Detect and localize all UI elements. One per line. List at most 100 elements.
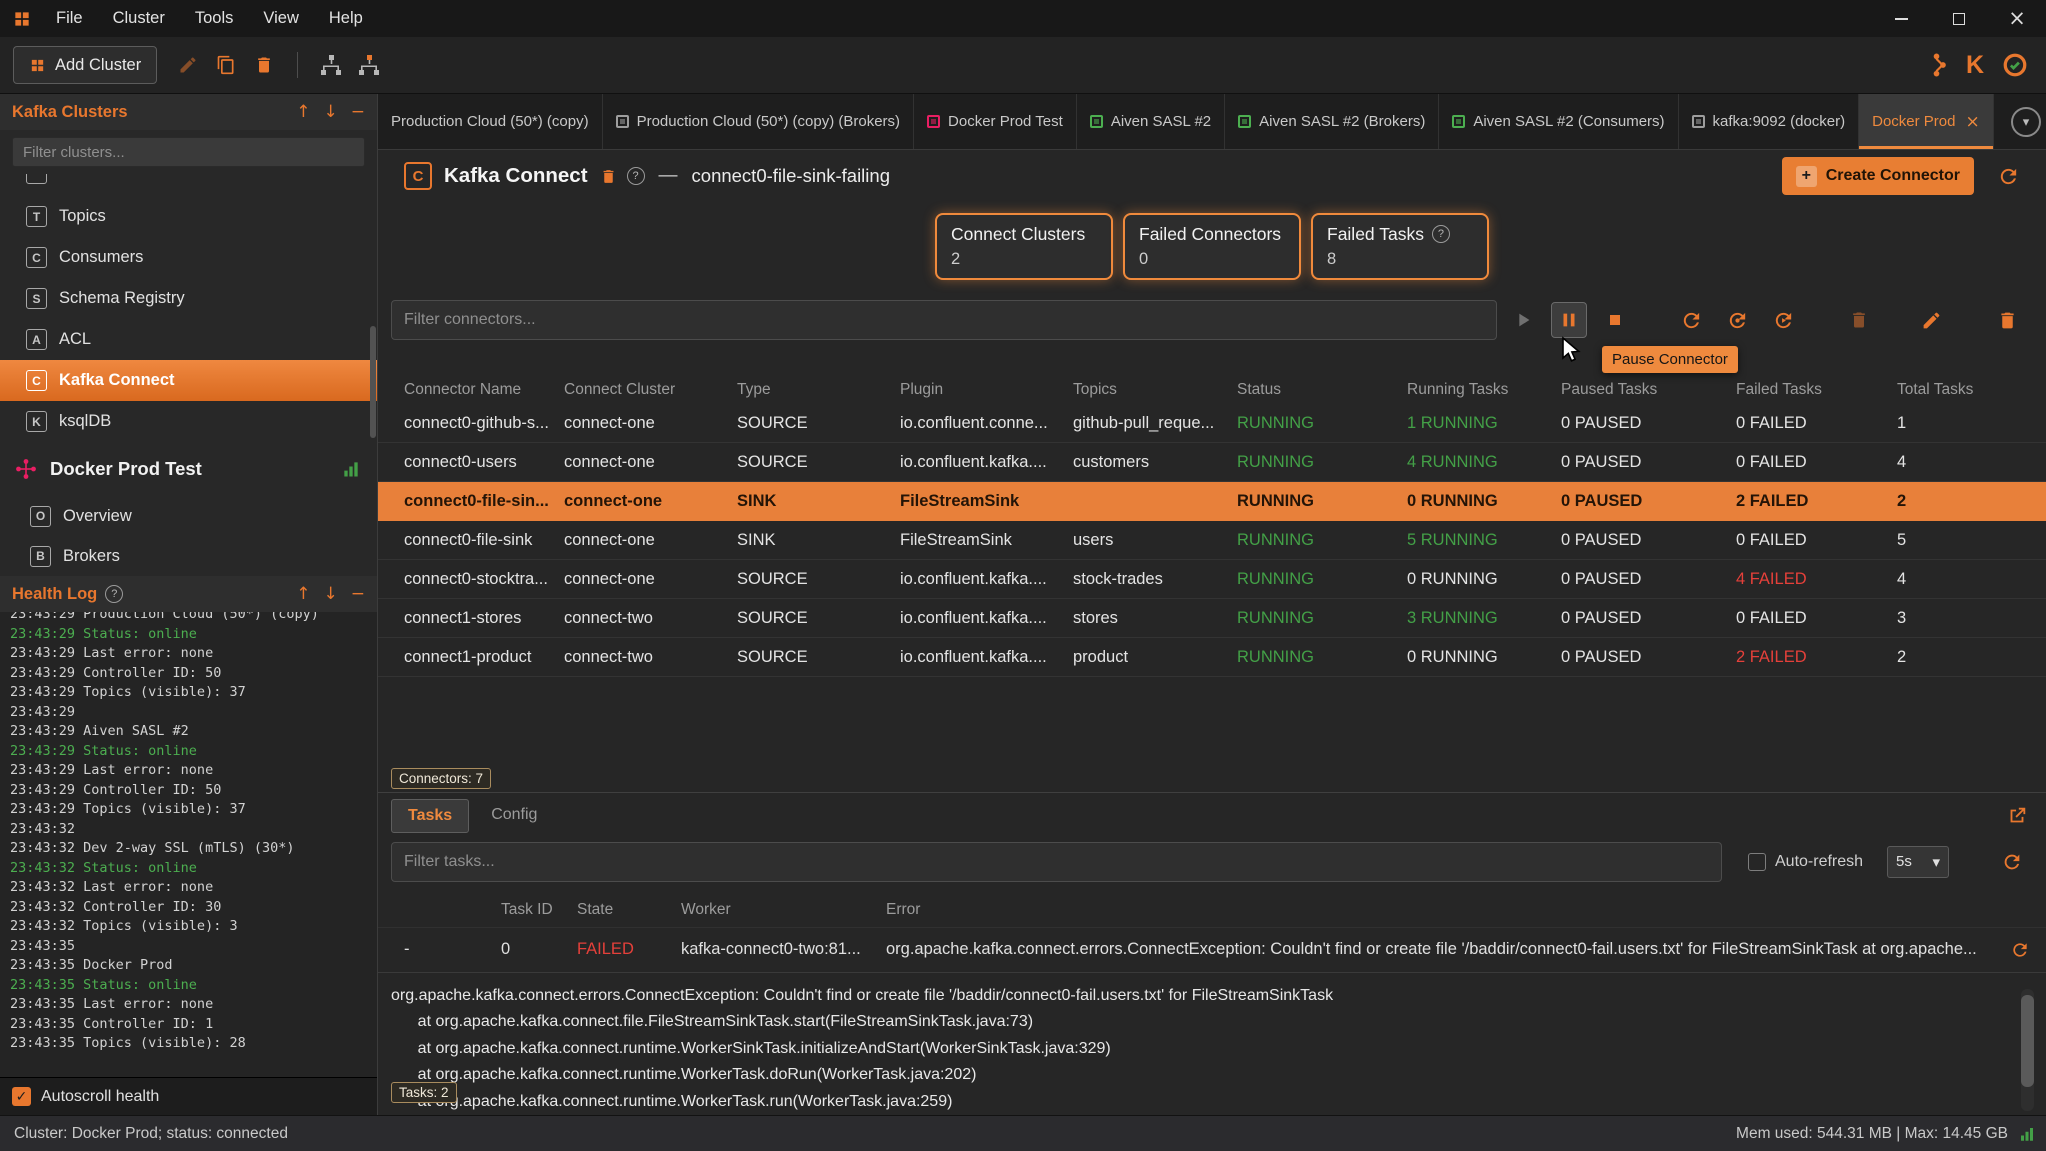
scroll-up-icon[interactable]: ↑ [296,102,310,122]
cell-status: RUNNING [1237,414,1407,433]
cell-status: RUNNING [1237,492,1407,511]
tab-overflow-icon[interactable]: ▾ [2011,107,2041,137]
cluster-tab[interactable]: Docker Prod × [1859,94,1994,149]
connectors-table-body: connect0-github-s... connect-one SOURCE … [378,404,2046,677]
sidebar-item[interactable]: K ksqlDB [0,401,377,442]
restart-all-tasks-icon[interactable] [1719,302,1755,338]
menu-item[interactable]: File [42,5,97,32]
restart-task-icon[interactable] [2010,940,2030,960]
restart-connector-icon[interactable] [1673,302,1709,338]
connection-health-icon[interactable] [2002,52,2028,78]
cluster-tab[interactable]: Docker Prod Test [914,94,1077,149]
tasks-filter-row: Auto-refresh 5s ▾ [378,839,2046,885]
maximize-button[interactable] [1930,0,1988,37]
connector-row[interactable]: connect0-users connect-one SOURCE io.con… [378,443,2046,482]
cell-expander[interactable]: - [391,940,501,959]
connector-row[interactable]: connect0-github-s... connect-one SOURCE … [378,404,2046,443]
cell-topics: users [1073,531,1237,550]
sidebar-item[interactable]: O Overview [0,496,377,536]
tab-label: Aiven SASL #2 (Consumers) [1473,113,1664,130]
expand-panel-icon[interactable] [2006,805,2028,827]
cluster-tab[interactable]: kafka:9092 (docker) [1679,94,1860,149]
pause-connector-icon[interactable] [1551,302,1587,338]
cluster-tab[interactable]: Production Cloud (50*) (copy) [378,94,603,149]
stat-label-row: Failed Tasks ? [1327,224,1473,245]
connector-row[interactable]: connect1-product connect-two SOURCE io.c… [378,638,2046,677]
refresh-tasks-icon[interactable] [1994,844,2030,880]
sidebar-item-icon: S [26,288,47,309]
refresh-interval-select[interactable]: 5s ▾ [1887,846,1949,878]
cluster-tab[interactable]: Aiven SASL #2 (Consumers) [1439,94,1678,149]
scroll-down-icon[interactable]: ↓ [324,102,338,122]
cluster-tab[interactable]: Aiven SASL #2 (Brokers) [1225,94,1439,149]
sidebar-scrollbar-thumb[interactable] [370,326,376,438]
filter-connectors-input[interactable] [391,300,1497,340]
stat-help-icon[interactable]: ? [1432,225,1450,243]
cell-total-tasks: 1 [1897,414,2046,433]
close-tab-icon[interactable]: × [1966,112,1980,132]
menu-item[interactable]: Cluster [99,5,179,32]
scroll-down-icon[interactable]: ↓ [324,584,338,604]
sidebar-item[interactable]: C Kafka Connect [0,360,377,401]
autoscroll-checkbox[interactable]: ✓ [12,1087,31,1106]
cluster-tab[interactable]: Production Cloud (50*) (copy) (Brokers) [603,94,914,149]
health-log-line: 23:43:35 Docker Prod [10,956,367,976]
auto-refresh-checkbox[interactable] [1748,853,1766,871]
refresh-connectors-icon[interactable] [1990,158,2026,194]
delete-cluster-icon[interactable] [245,46,283,84]
health-log-line: 23:43:32 [10,820,367,840]
connector-row[interactable]: connect1-stores connect-two SOURCE io.co… [378,599,2046,638]
restart-failed-tasks-icon[interactable] [1765,302,1801,338]
cell-type: SINK [737,492,900,511]
close-button[interactable]: × [1988,0,2046,37]
cluster-status-text: Cluster: Docker Prod; status: connected [14,1125,288,1143]
kafka-logo-icon[interactable] [1925,52,1948,78]
task-row[interactable]: - 0 FAILED kafka-connect0-two:81... org.… [378,927,2046,973]
minimize-button[interactable] [1872,0,1930,37]
copy-cluster-icon[interactable] [207,46,245,84]
sidebar-cluster-docker-prod-test[interactable]: Docker Prod Test [0,442,377,496]
remove-connect-icon[interactable] [600,168,617,185]
scroll-up-icon[interactable]: ↑ [296,584,310,604]
create-connector-button[interactable]: + Create Connector [1782,157,1974,195]
sidebar-item[interactable]: A ACL [0,319,377,360]
edit-connector-icon[interactable] [1913,302,1949,338]
stack-trace-scrollbar[interactable] [2021,989,2034,1112]
sidebar-item[interactable]: C Consumers [0,237,377,278]
add-cluster-button[interactable]: Add Cluster [13,46,157,84]
partial-item-icon [26,174,47,184]
sidebar-item-label: Topics [59,207,106,226]
connector-row[interactable]: connect0-file-sin... connect-one SINK Fi… [378,482,2046,521]
delete-connector-icon[interactable] [1989,302,2025,338]
collapse-panel-icon[interactable]: − [351,584,365,604]
cluster-tab[interactable]: Aiven SASL #2 [1077,94,1225,149]
edit-cluster-icon[interactable] [169,46,207,84]
cell-connector-name: connect0-github-s... [378,414,564,433]
clone-cluster-icon[interactable] [312,46,350,84]
sidebar-item-icon: C [26,370,47,391]
stack-trace: org.apache.kafka.connect.errors.ConnectE… [391,983,2002,1116]
move-cluster-icon[interactable] [350,46,388,84]
panel-tab[interactable]: Tasks [391,799,469,833]
stop-connector-icon[interactable] [1597,302,1633,338]
resume-connector-icon[interactable] [1505,302,1541,338]
sidebar-item[interactable]: T Topics [0,196,377,237]
stack-trace-scrollbar-thumb[interactable] [2021,995,2034,1087]
sidebar-item[interactable]: B Brokers [0,536,377,576]
menu-item[interactable]: Help [315,5,377,32]
filter-tasks-input[interactable] [391,842,1722,882]
connect-help-icon[interactable]: ? [627,167,645,185]
health-log-help-icon[interactable]: ? [105,585,123,603]
sidebar-item[interactable]: S Schema Registry [0,278,377,319]
statusbar: Cluster: Docker Prod; status: connected … [0,1115,2046,1151]
collapse-panel-icon[interactable]: − [351,102,365,122]
cluster-tab-icon [1692,115,1705,128]
k-logo-icon[interactable]: K [1966,51,1984,80]
menu-item[interactable]: Tools [181,5,248,32]
connector-row[interactable]: connect0-file-sink connect-one SINK File… [378,521,2046,560]
connector-row[interactable]: connect0-stocktra... connect-one SOURCE … [378,560,2046,599]
panel-tab[interactable]: Config [475,799,553,833]
filter-clusters-input[interactable] [12,137,365,167]
delete-topics-icon[interactable] [1841,302,1877,338]
menu-item[interactable]: View [249,5,312,32]
